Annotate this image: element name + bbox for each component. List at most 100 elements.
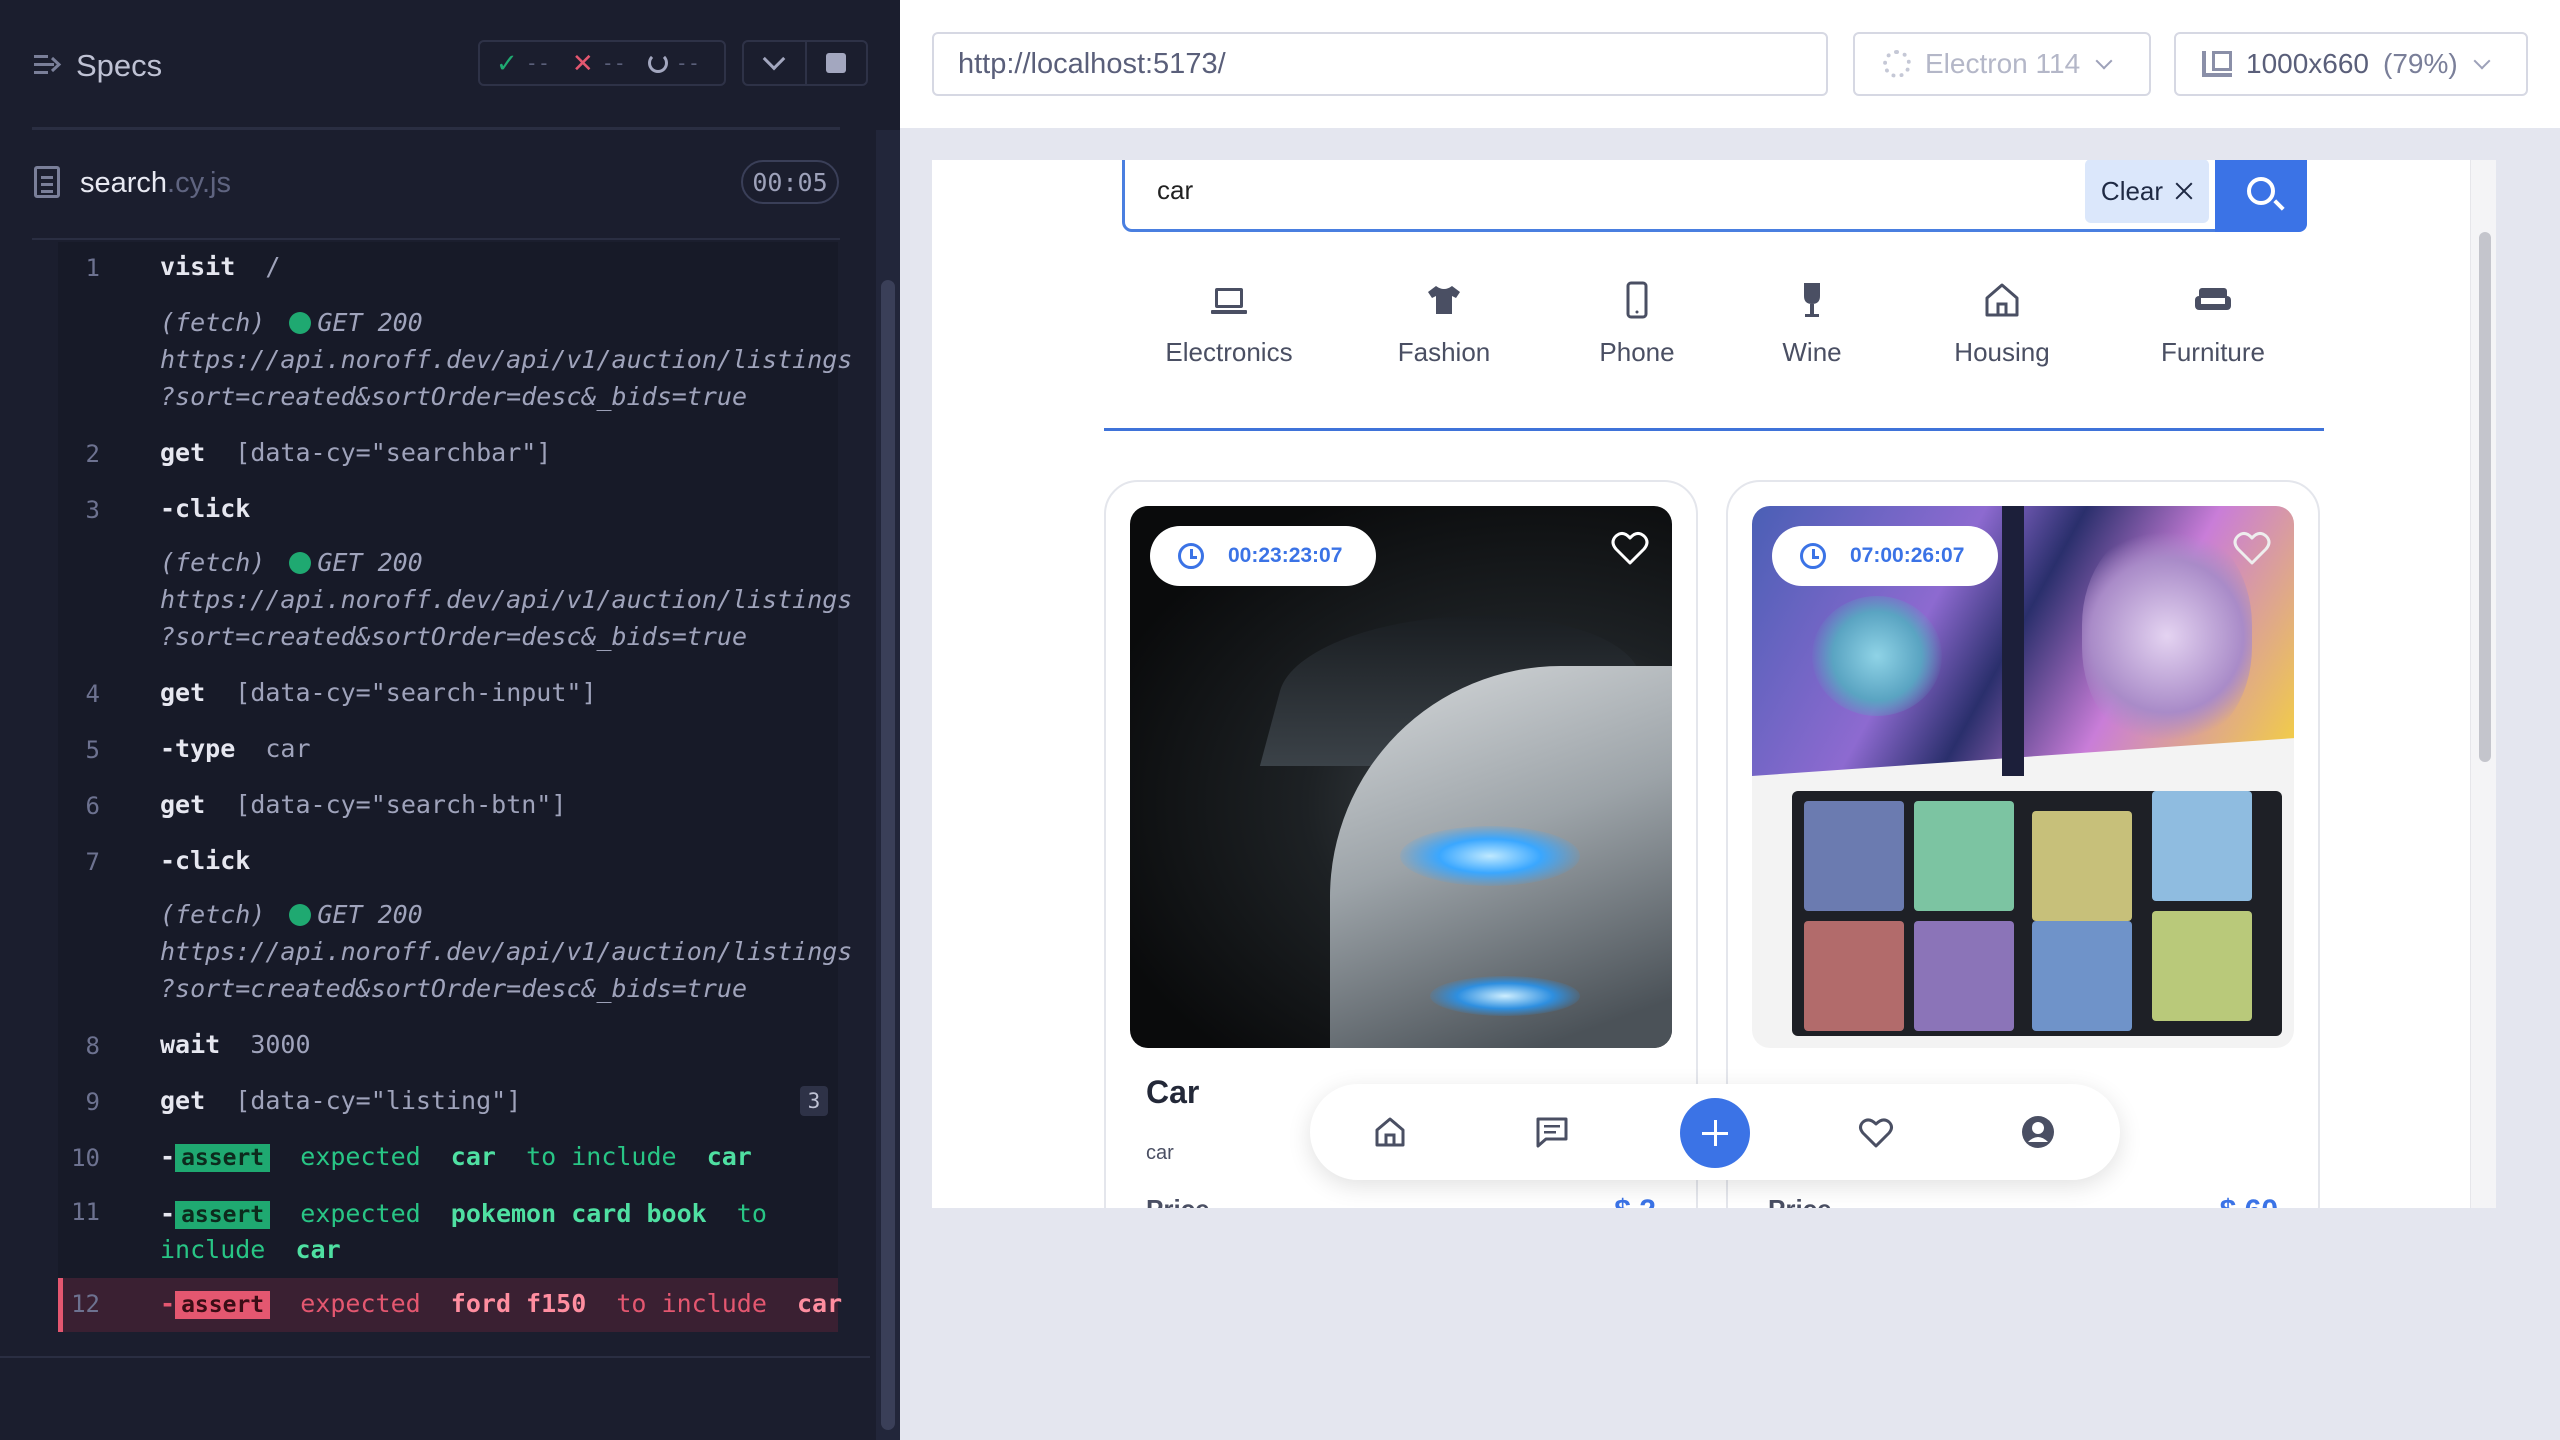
specs-menu-icon[interactable] [32, 50, 62, 80]
search-icon [2247, 177, 2275, 205]
phone-icon [1626, 281, 1648, 319]
scrollbar-thumb[interactable] [881, 280, 895, 1430]
listing-image[interactable]: 07:00:26:07 [1752, 506, 2294, 1048]
sofa-icon [2195, 288, 2231, 310]
app-viewport: car Clear Electronics Fashion Phone Wine… [932, 160, 2496, 1208]
command-row[interactable]: 3 -click [58, 492, 838, 526]
fetch-row[interactable]: (fetch) GET 200 https://api.noroff.dev/ap… [58, 544, 853, 662]
fetch-label: (fetch) [160, 548, 266, 577]
heart-icon[interactable] [2232, 528, 2272, 568]
wine-icon [1804, 283, 1820, 317]
category-wine[interactable]: Wine [1772, 280, 1852, 368]
status-dot-icon [289, 312, 312, 334]
preview-toolbar: http://localhost:5173/ Electron 114 1000… [900, 0, 2560, 128]
stop-button[interactable] [804, 42, 866, 84]
assert-text: expected [300, 1142, 421, 1171]
search-input[interactable]: car [1157, 175, 1193, 206]
command-number: 5 [85, 736, 100, 764]
assert-value: pokemon card book [450, 1199, 707, 1228]
messages-icon[interactable] [1534, 1114, 1570, 1150]
scrollbar-thumb[interactable] [2479, 232, 2491, 762]
assert-badge: assert [175, 1201, 271, 1229]
browser-selector[interactable]: Electron 114 [1853, 32, 2151, 96]
command-row[interactable]: 9 get [data-cy="listing"] 3 [58, 1084, 838, 1118]
runner-scrollbar[interactable] [876, 130, 900, 1440]
element-count-badge: 3 [800, 1086, 828, 1116]
command-row[interactable]: 5 -type car [58, 732, 838, 766]
assert-text: expected [300, 1289, 421, 1318]
chevron-down-icon [2095, 52, 2113, 70]
listing-description: car [1146, 1142, 1174, 1164]
runner-controls [742, 40, 868, 86]
command-row[interactable]: 1 visit / [58, 250, 838, 284]
favorites-icon[interactable] [1858, 1114, 1894, 1150]
category-furniture[interactable]: Furniture [2148, 280, 2278, 368]
price-value: $ 2 [1614, 1194, 1656, 1208]
fetch-url: https://api.noroff.dev/api/v1/auction/li… [160, 585, 853, 614]
category-bar: Electronics Fashion Phone Wine Housing F… [932, 280, 2496, 380]
test-stats: ✓ -- ✕ -- -- [478, 40, 726, 86]
viewport-size: 1000x660 [2246, 48, 2370, 79]
command-name: -click [160, 494, 251, 523]
viewport-icon [2202, 51, 2232, 77]
runner-topbar: Specs ✓ -- ✕ -- -- [0, 0, 900, 130]
fetch-row[interactable]: (fetch) GET 200 https://api.noroff.dev/ap… [58, 896, 852, 1014]
app-scrollbar[interactable] [2470, 160, 2496, 1208]
command-row[interactable]: 7 -click [58, 844, 838, 878]
viewport-selector[interactable]: 1000x660 (79%) [2174, 32, 2528, 96]
assert-text: expected [300, 1199, 421, 1228]
profile-icon[interactable] [2020, 1114, 2056, 1150]
command-arg: / [265, 252, 281, 281]
category-label: Furniture [2160, 337, 2266, 367]
close-icon [2175, 182, 2193, 200]
assert-row[interactable]: 10 - assert expected car to include car [58, 1140, 838, 1174]
category-fashion[interactable]: Fashion [1394, 280, 1494, 368]
duration-badge: 00:05 [741, 160, 839, 204]
fetch-status: GET 200 [317, 308, 423, 337]
fetch-status: GET 200 [317, 900, 423, 929]
listing-image[interactable]: 00:23:23:07 [1130, 506, 1672, 1048]
divider [0, 1356, 870, 1358]
add-listing-button[interactable] [1680, 1098, 1750, 1168]
failed-stat: ✕ -- [572, 48, 626, 79]
command-number: 12 [71, 1290, 100, 1318]
command-row[interactable]: 6 get [data-cy="search-btn"] [58, 788, 838, 822]
assert-badge: assert [175, 1144, 271, 1172]
command-arg: [data-cy="search-input"] [235, 678, 597, 707]
fetch-label: (fetch) [160, 900, 266, 929]
specs-title[interactable]: Specs [76, 48, 162, 84]
command-number: 2 [85, 440, 100, 468]
command-row[interactable]: 8 wait 3000 [58, 1028, 838, 1062]
failed-assert-row[interactable]: 12 - assert expected ford f150 to include… [58, 1278, 842, 1332]
command-arg: car [265, 734, 311, 763]
fetch-label: (fetch) [160, 308, 266, 337]
command-row[interactable]: 4 get [data-cy="search-input"] [58, 676, 838, 710]
command-arg: 3000 [250, 1030, 311, 1059]
command-name: get [160, 438, 206, 467]
command-number: 4 [85, 680, 100, 708]
search-button[interactable] [2215, 160, 2307, 232]
category-label: Wine [1782, 337, 1842, 367]
category-housing[interactable]: Housing [1942, 280, 2062, 368]
divider [32, 127, 840, 130]
home-icon[interactable] [1372, 1114, 1408, 1150]
spec-file-row[interactable]: search.cy.js 00:05 [0, 150, 870, 240]
file-icon [34, 166, 60, 198]
clear-button[interactable]: Clear [2085, 160, 2209, 223]
url-bar[interactable]: http://localhost:5173/ [932, 32, 1828, 96]
collapse-button[interactable] [744, 42, 805, 84]
category-electronics[interactable]: Electronics [1164, 280, 1294, 368]
fetch-row[interactable]: (fetch) GET 200 https://api.noroff.dev/ap… [58, 304, 853, 422]
command-number: 11 [71, 1198, 100, 1226]
pending-stat: -- [647, 51, 700, 75]
pending-count: -- [675, 51, 700, 75]
category-phone[interactable]: Phone [1592, 280, 1682, 368]
fetch-url: https://api.noroff.dev/api/v1/auction/li… [160, 345, 853, 374]
assert-text: to include [526, 1142, 677, 1171]
command-row[interactable]: 2 get [data-cy="searchbar"] [58, 436, 838, 470]
assert-row[interactable]: 11 - assert expected pokemon card book to… [58, 1194, 838, 1266]
fetch-query: ?sort=created&sortOrder=desc&_bids=true [160, 974, 747, 1003]
command-name: visit [160, 252, 236, 281]
command-name: get [160, 790, 206, 819]
heart-icon[interactable] [1610, 528, 1650, 568]
